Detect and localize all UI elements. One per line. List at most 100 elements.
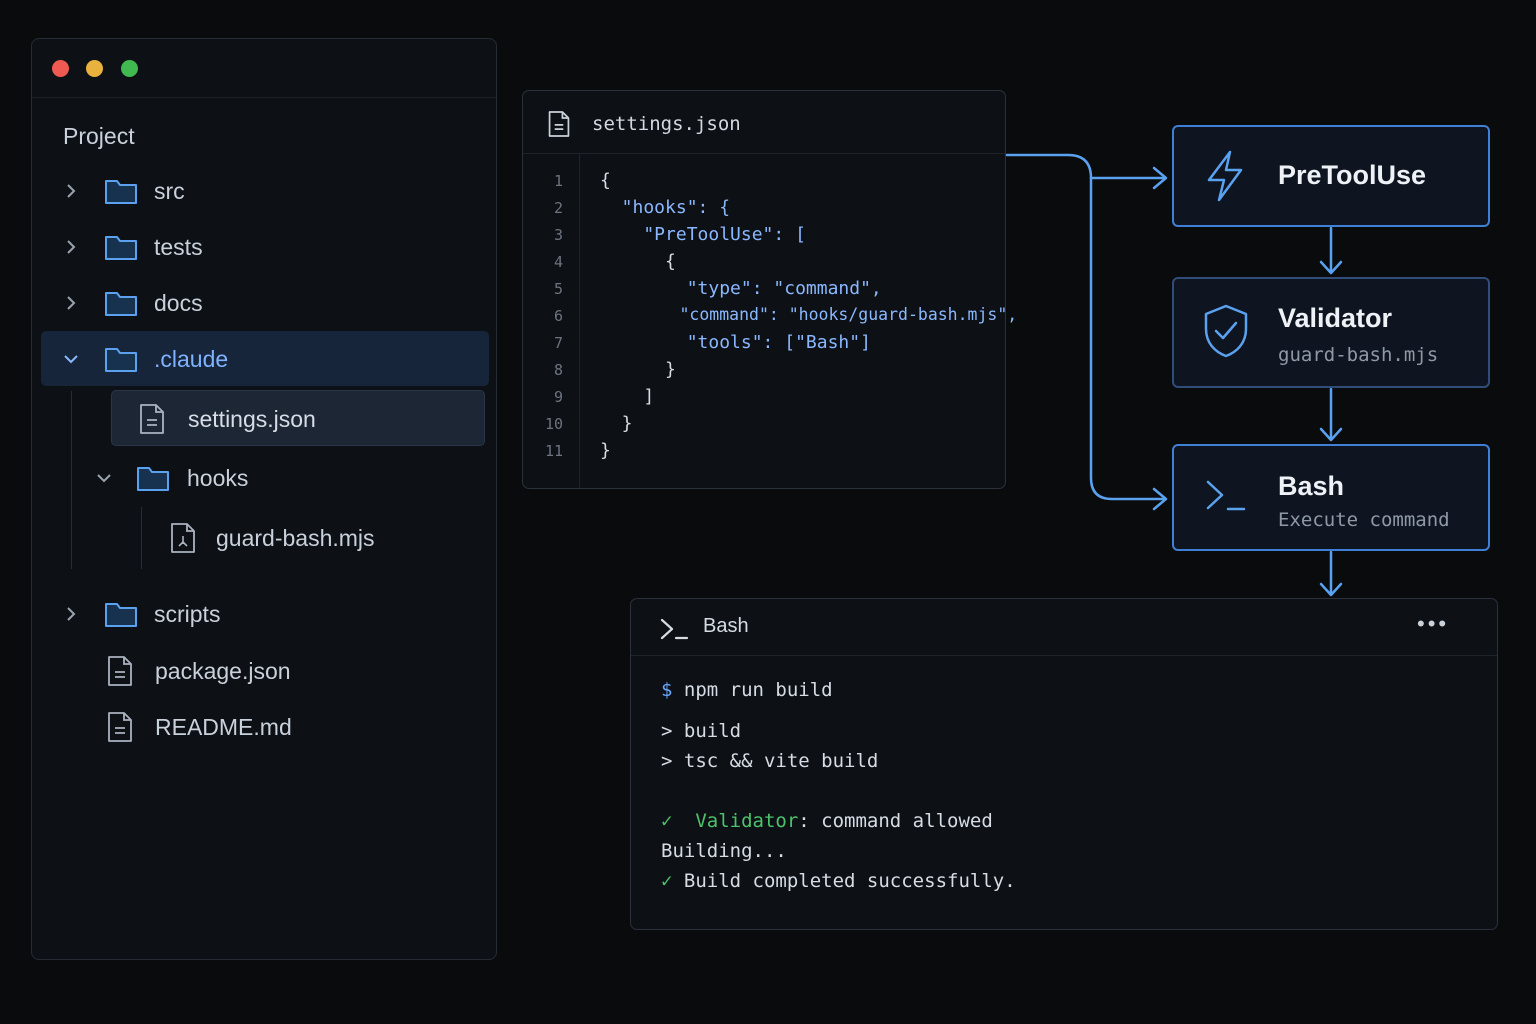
validator-label: Validator — [695, 810, 799, 832]
folder-icon — [105, 603, 137, 627]
lightning-icon — [1207, 150, 1243, 202]
chevron-right-icon[interactable] — [63, 295, 79, 311]
node-subtitle: Execute command — [1278, 509, 1450, 531]
arrow-head-icon — [1152, 487, 1168, 511]
code-line: ] — [600, 386, 655, 407]
arrow-head-icon — [1319, 427, 1343, 442]
folder-icon — [137, 467, 169, 491]
terminal-icon — [660, 618, 689, 640]
success-message: Build completed successfully. — [683, 870, 1016, 892]
line-number: 4 — [553, 253, 563, 271]
terminal-success-line: ✓ Build completed successfully. — [661, 870, 1016, 892]
tree-item-label: guard-bash.mjs — [216, 525, 375, 551]
tree-item-package-json[interactable]: package.json — [32, 645, 496, 697]
file-icon — [548, 111, 570, 137]
tree-item-label: settings.json — [188, 406, 316, 432]
editor-filename: settings.json — [592, 113, 741, 135]
terminal-output-line: Building... — [661, 840, 787, 862]
validator-message: : command allowed — [798, 810, 993, 832]
terminal-command-line: $ npm run build — [661, 679, 833, 701]
line-number: 3 — [553, 226, 563, 244]
tree-item-label: scripts — [154, 601, 221, 627]
settings-json-editor[interactable]: settings.json 1 2 3 4 5 6 7 8 9 10 11 { … — [522, 90, 1017, 489]
project-explorer-window: Project src tests docs .claude settings.… — [31, 38, 497, 960]
tree-item-tests[interactable]: tests — [32, 221, 496, 273]
code-line: } — [600, 413, 633, 434]
more-options-button[interactable]: ••• — [1417, 611, 1449, 637]
file-icon — [108, 656, 132, 686]
terminal-validator-line: ✓ Validator: command allowed — [661, 810, 993, 832]
tree-item-label: hooks — [187, 465, 249, 491]
script-file-icon — [171, 523, 195, 553]
bash-node[interactable]: Bash Execute command — [1172, 444, 1490, 551]
explorer-title: Project — [63, 123, 135, 149]
arrow-head-icon — [1152, 166, 1168, 190]
gutter-divider — [579, 154, 580, 488]
code-line: { — [600, 251, 676, 272]
node-subtitle: guard-bash.mjs — [1278, 344, 1439, 366]
node-title: Bash — [1278, 471, 1345, 501]
code-line: "tools": ["Bash"] — [600, 332, 871, 353]
validator-node[interactable]: Validator guard-bash.mjs — [1172, 277, 1490, 388]
folder-icon — [105, 180, 137, 204]
pretooluse-node[interactable]: PreToolUse — [1172, 125, 1490, 227]
code-line: "type": "command", — [600, 278, 882, 299]
terminal-header: Bash ••• — [631, 599, 1497, 656]
folder-icon — [105, 236, 137, 260]
file-icon — [140, 404, 164, 434]
code-line: "PreToolUse": [ — [600, 224, 806, 245]
bash-terminal-window[interactable]: Bash ••• $ npm run build > build > tsc &… — [630, 598, 1498, 930]
terminal-icon — [1206, 480, 1246, 511]
command-text: npm run build — [683, 679, 833, 701]
line-number: 10 — [544, 415, 563, 433]
tree-item-hooks[interactable]: hooks — [32, 452, 496, 504]
line-number: 6 — [553, 307, 563, 325]
maximize-window-button[interactable] — [121, 60, 138, 77]
code-line: { — [600, 170, 611, 191]
line-number: 1 — [553, 172, 563, 190]
chevron-right-icon[interactable] — [63, 239, 79, 255]
check-icon: ✓ — [661, 810, 673, 832]
terminal-title: Bash — [703, 615, 749, 637]
chevron-down-icon[interactable] — [96, 470, 112, 486]
tree-item-label: README.md — [155, 714, 292, 740]
code-line: } — [600, 440, 611, 461]
node-title: Validator — [1278, 303, 1393, 333]
chevron-right-icon[interactable] — [63, 183, 79, 199]
tree-item-guard-bash[interactable]: guard-bash.mjs — [32, 512, 496, 564]
code-line: } — [600, 359, 676, 380]
line-number: 2 — [553, 199, 563, 217]
tree-item-claude[interactable]: .claude — [32, 333, 496, 385]
tree-item-docs[interactable]: docs — [32, 277, 496, 329]
minimize-window-button[interactable] — [86, 60, 103, 77]
folder-icon — [105, 348, 137, 372]
chevron-down-icon[interactable] — [63, 351, 79, 367]
tree-item-label: tests — [154, 234, 203, 260]
tree-item-scripts[interactable]: scripts — [32, 588, 496, 640]
close-window-button[interactable] — [52, 60, 69, 77]
tree-item-src[interactable]: src — [32, 165, 496, 217]
file-icon — [108, 712, 132, 742]
terminal-output-line: > build — [661, 720, 742, 742]
code-line: "command": "hooks/guard-bash.mjs", — [600, 305, 1018, 324]
line-number: 8 — [553, 361, 563, 379]
arrow-head-icon — [1319, 260, 1343, 275]
arrow-head-icon — [1319, 582, 1343, 597]
window-titlebar — [32, 39, 496, 98]
tree-item-label: docs — [154, 290, 203, 316]
prompt-symbol: $ — [661, 679, 673, 701]
tree-item-label: .claude — [154, 346, 229, 372]
chevron-right-icon[interactable] — [63, 606, 79, 622]
line-number: 7 — [553, 334, 563, 352]
code-line: "hooks": { — [600, 197, 731, 218]
tree-item-readme[interactable]: README.md — [32, 701, 496, 753]
folder-icon — [105, 292, 137, 316]
connector-line — [1005, 153, 1166, 501]
line-number: 5 — [553, 280, 563, 298]
node-title: PreToolUse — [1278, 160, 1427, 190]
check-icon: ✓ — [661, 870, 673, 892]
tree-item-settings-json[interactable]: settings.json — [32, 393, 496, 445]
editor-header: settings.json — [523, 91, 1005, 154]
line-number: 11 — [544, 442, 563, 460]
shield-check-icon — [1204, 304, 1248, 358]
